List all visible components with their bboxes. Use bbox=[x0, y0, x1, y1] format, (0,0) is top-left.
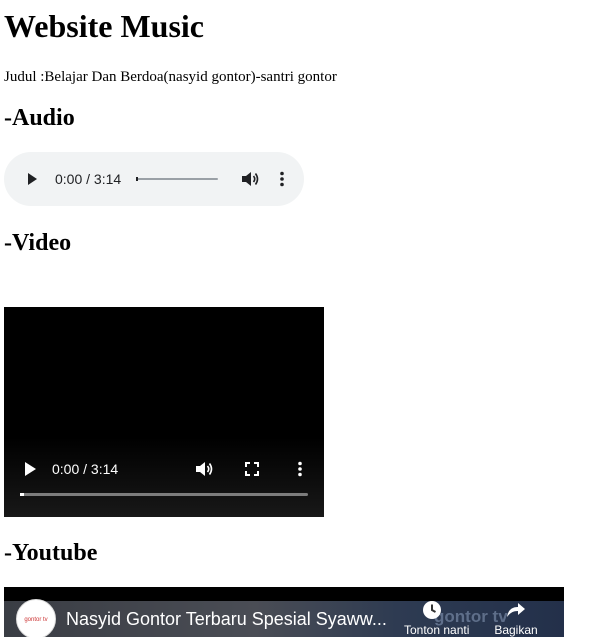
audio-player[interactable]: 0:00 / 3:14 bbox=[4, 152, 304, 206]
audio-seek-bar[interactable] bbox=[136, 177, 218, 181]
song-title-text: Judul :Belajar Dan Berdoa(nasyid gontor)… bbox=[4, 69, 337, 85]
clock-icon bbox=[423, 601, 441, 619]
youtube-video-title[interactable]: Nasyid Gontor Terbaru Spesial Syaww... bbox=[66, 608, 387, 630]
audio-heading: -Audio bbox=[4, 105, 75, 131]
channel-avatar[interactable]: gontor tv bbox=[16, 599, 56, 637]
audio-time-display: 0:00 / 3:14 bbox=[55, 171, 122, 187]
page-title: Website Music bbox=[4, 8, 204, 44]
more-options-icon[interactable] bbox=[272, 169, 292, 189]
youtube-embed[interactable]: gontor tv Nasyid Gontor Terbaru Spesial … bbox=[4, 587, 564, 637]
video-player[interactable]: 0:00 / 3:14 bbox=[4, 307, 324, 517]
watch-later-label: Tonton nanti bbox=[404, 623, 470, 637]
video-seek-progress bbox=[20, 493, 24, 496]
volume-icon[interactable] bbox=[194, 459, 214, 479]
fullscreen-icon[interactable] bbox=[242, 459, 262, 479]
share-button[interactable]: Bagikan bbox=[488, 599, 544, 637]
video-heading: -Video bbox=[4, 230, 72, 256]
video-time-display: 0:00 / 3:14 bbox=[52, 461, 119, 477]
share-arrow-icon bbox=[507, 603, 525, 617]
more-options-icon[interactable] bbox=[290, 459, 310, 479]
page: Website Music Judul :Belajar Dan Berdoa(… bbox=[0, 0, 594, 637]
play-icon[interactable] bbox=[21, 460, 39, 478]
play-icon[interactable] bbox=[24, 171, 40, 187]
video-seek-bar[interactable] bbox=[20, 493, 308, 496]
audio-seek-progress bbox=[136, 177, 138, 181]
youtube-heading: -Youtube bbox=[4, 540, 98, 566]
share-label: Bagikan bbox=[494, 623, 538, 637]
volume-icon[interactable] bbox=[240, 169, 260, 189]
watch-later-button[interactable]: Tonton nanti bbox=[404, 599, 470, 637]
